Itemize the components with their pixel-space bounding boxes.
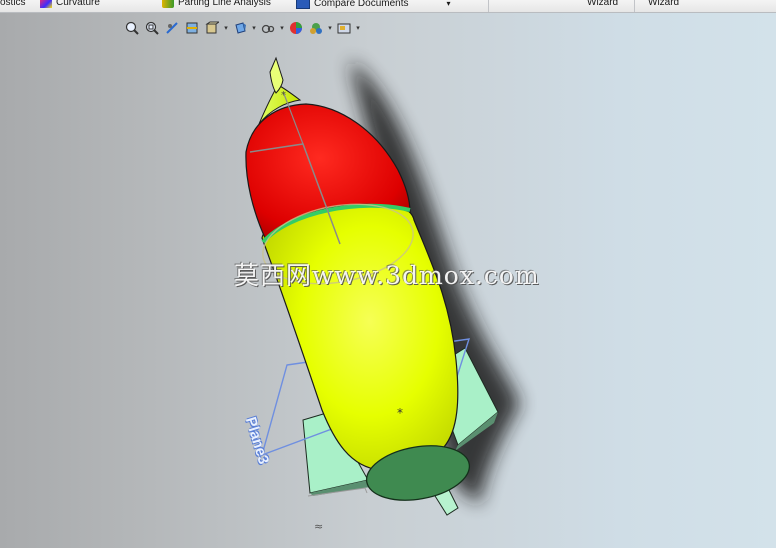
- chevron-down-icon[interactable]: ▾: [327, 19, 333, 37]
- chevron-down-icon[interactable]: ▾: [223, 19, 229, 37]
- section-view-icon[interactable]: [183, 19, 201, 37]
- hide-show-items-icon[interactable]: [259, 19, 277, 37]
- edit-appearance-icon[interactable]: [287, 19, 305, 37]
- origin-marker: *: [281, 90, 286, 101]
- center-marker: *: [397, 406, 403, 420]
- view-orientation-icon[interactable]: [203, 19, 221, 37]
- triad-indicator: ≈: [314, 520, 323, 533]
- heads-up-view-toolbar: ▾ ▾ ▾ ▾ ▾: [123, 17, 361, 39]
- chevron-down-icon[interactable]: ▾: [355, 19, 361, 37]
- previous-view-icon[interactable]: [163, 19, 181, 37]
- display-style-icon[interactable]: [231, 19, 249, 37]
- apply-scene-icon[interactable]: [307, 19, 325, 37]
- watermark-text: 莫西网www.3dmox.com: [234, 261, 540, 290]
- zoom-to-fit-icon[interactable]: [123, 19, 141, 37]
- view-settings-icon[interactable]: [335, 19, 353, 37]
- chevron-down-icon[interactable]: ▾: [279, 19, 285, 37]
- chevron-down-icon[interactable]: ▾: [251, 19, 257, 37]
- zoom-to-area-icon[interactable]: [143, 19, 161, 37]
